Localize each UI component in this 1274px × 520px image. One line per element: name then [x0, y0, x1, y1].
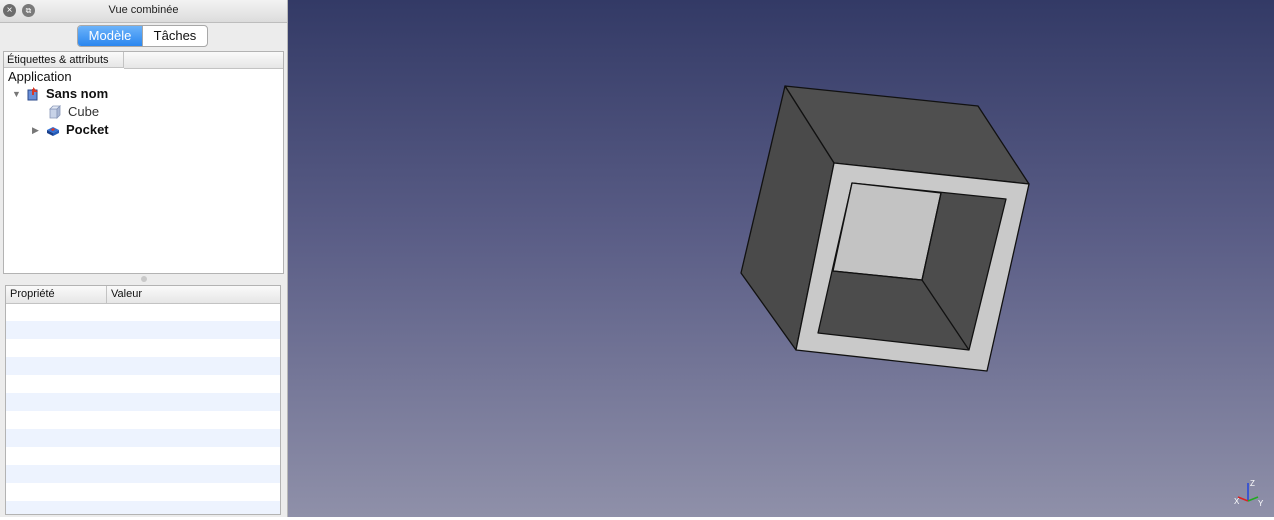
splitter-handle[interactable]: [141, 276, 147, 282]
tree-item-cube[interactable]: Cube: [48, 104, 99, 120]
document-icon: [26, 87, 40, 101]
3d-viewport[interactable]: Z X Y: [288, 0, 1274, 517]
pocket-model[interactable]: [288, 0, 1274, 517]
panel-titlebar: × ⧉ Vue combinée: [0, 0, 287, 23]
tree-column-header[interactable]: Étiquettes & attributs: [4, 52, 124, 68]
cube-icon: [48, 105, 62, 119]
axis-x-label: X: [1234, 497, 1240, 506]
pocket-icon: [46, 123, 60, 137]
property-view[interactable]: Propriété Valeur: [5, 285, 281, 515]
property-row: [6, 375, 280, 393]
property-row: [6, 393, 280, 411]
property-row: [6, 483, 280, 501]
property-header: Propriété Valeur: [6, 286, 280, 304]
property-row: [6, 501, 280, 514]
property-row: [6, 339, 280, 357]
panel-title: Vue combinée: [108, 4, 179, 16]
tab-tasks[interactable]: Tâches: [142, 26, 207, 46]
tab-bar: Modèle Tâches: [77, 25, 208, 47]
tree-header-filler: [124, 52, 283, 69]
column-value[interactable]: Valeur: [106, 286, 142, 303]
axis-cross-icon: Z X Y: [1234, 479, 1264, 507]
property-row: [6, 357, 280, 375]
axis-y-label: Y: [1258, 499, 1264, 507]
document-label: Sans nom: [46, 86, 109, 101]
property-row: [6, 465, 280, 483]
tree-item-application[interactable]: Application: [8, 69, 72, 85]
tree-item-document[interactable]: ▼ Sans nom: [12, 86, 108, 102]
tab-model[interactable]: Modèle: [78, 26, 142, 46]
column-property[interactable]: Propriété: [10, 286, 55, 303]
property-row: [6, 303, 280, 321]
expand-arrow-icon[interactable]: ▼: [12, 86, 26, 102]
property-row: [6, 321, 280, 339]
collapsed-arrow-icon[interactable]: ▶: [32, 122, 46, 138]
axis-z-label: Z: [1250, 479, 1255, 488]
combo-view-panel: × ⧉ Vue combinée Modèle Tâches Étiquette…: [0, 0, 288, 517]
property-row: [6, 429, 280, 447]
property-row: [6, 411, 280, 429]
pocket-label: Pocket: [66, 122, 109, 137]
tree-item-pocket[interactable]: ▶ Pocket: [32, 122, 109, 138]
tree-view[interactable]: Étiquettes & attributs Application ▼ San…: [3, 51, 284, 274]
cube-label: Cube: [68, 104, 100, 119]
property-row: [6, 447, 280, 465]
